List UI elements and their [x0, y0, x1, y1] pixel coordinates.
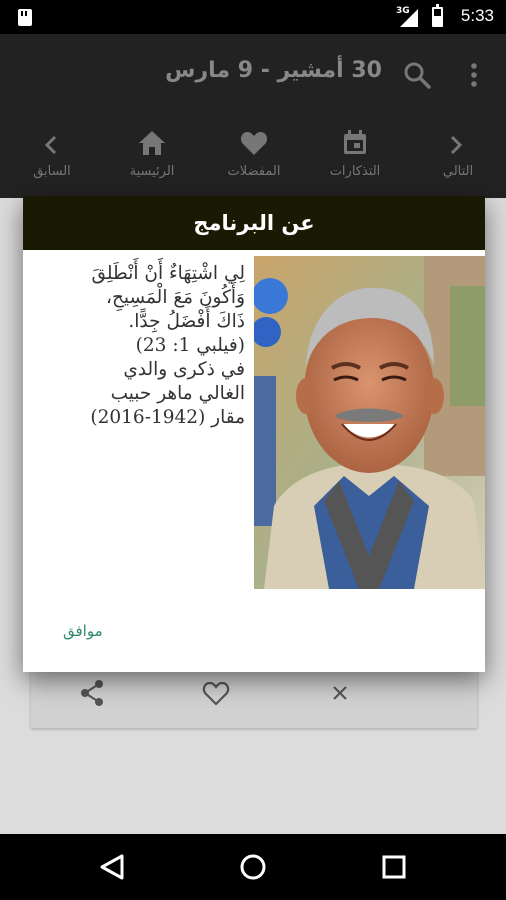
nav-next-label: التالي: [442, 164, 474, 179]
memorial-photo: [254, 256, 485, 589]
system-nav-bar: [0, 834, 506, 900]
app-screen: 3G 5:33 30 أمشير - 9 مارس التالي التذكار…: [0, 0, 506, 900]
nav-reminders-label: التذكارات: [329, 164, 381, 179]
verse-line-1: لِي اشْتِهَاءٌ أَنْ أَنْطَلِقَ: [91, 263, 245, 284]
app-bar-title: 30 أمشير - 9 مارس: [165, 58, 382, 83]
recents-icon[interactable]: [377, 850, 411, 884]
nav-favorites[interactable]: المفضلات: [209, 116, 299, 198]
sd-card-icon: [18, 9, 32, 26]
memorial-line-2: الغالي ماهر حبيب: [110, 383, 245, 404]
nav-previous[interactable]: السابق: [20, 116, 84, 198]
status-time: 5:33: [460, 6, 494, 25]
back-icon[interactable]: [96, 850, 130, 884]
ok-button[interactable]: موافق: [63, 622, 103, 640]
memorial-line-1: في ذكرى والدي: [123, 359, 245, 380]
home-circle-icon[interactable]: [236, 850, 270, 884]
nav-row: التالي التذكارات المفضلات الرئيسية الساب…: [0, 116, 506, 198]
share-icon[interactable]: [77, 678, 107, 708]
status-bar: 3G 5:33: [0, 0, 506, 34]
home-icon: [139, 131, 165, 155]
about-dialog: عن البرنامج لِي اشْتِهَاءٌ أَنْ أَنْطَلِ…: [23, 196, 485, 672]
favorite-icon: [240, 132, 268, 155]
verse-reference: (فيلبي 1: 23): [135, 335, 245, 356]
portrait-image: [254, 256, 485, 589]
memorial-line-3: مقار (1942-2016): [90, 407, 245, 428]
calendar-icon: [344, 130, 366, 154]
verse-line-3: ذَاكَ أَفْضَلُ جِدًّا.: [128, 311, 245, 332]
app-bar: 30 أمشير - 9 مارس: [0, 34, 506, 116]
verse-line-2: وَأَكُونَ مَعَ الْمَسِيحِ،: [105, 287, 245, 308]
search-icon[interactable]: [402, 60, 432, 90]
dialog-message: لِي اشْتِهَاءٌ أَنْ أَنْطَلِقَ وَأَكُونَ…: [35, 262, 245, 430]
nav-next[interactable]: التالي: [416, 116, 500, 198]
favorite-border-icon[interactable]: [201, 678, 231, 708]
nav-reminders[interactable]: التذكارات: [310, 116, 400, 198]
dialog-title: عن البرنامج: [23, 196, 485, 250]
nav-favorites-label: المفضلات: [227, 164, 281, 179]
battery-charging-icon: [432, 4, 443, 27]
signal-icon: [400, 9, 418, 27]
nav-home-label: الرئيسية: [129, 164, 175, 179]
nav-home[interactable]: الرئيسية: [107, 116, 197, 198]
nav-previous-label: السابق: [33, 164, 71, 179]
more-vert-icon[interactable]: [462, 60, 486, 90]
close-icon[interactable]: [325, 678, 355, 708]
